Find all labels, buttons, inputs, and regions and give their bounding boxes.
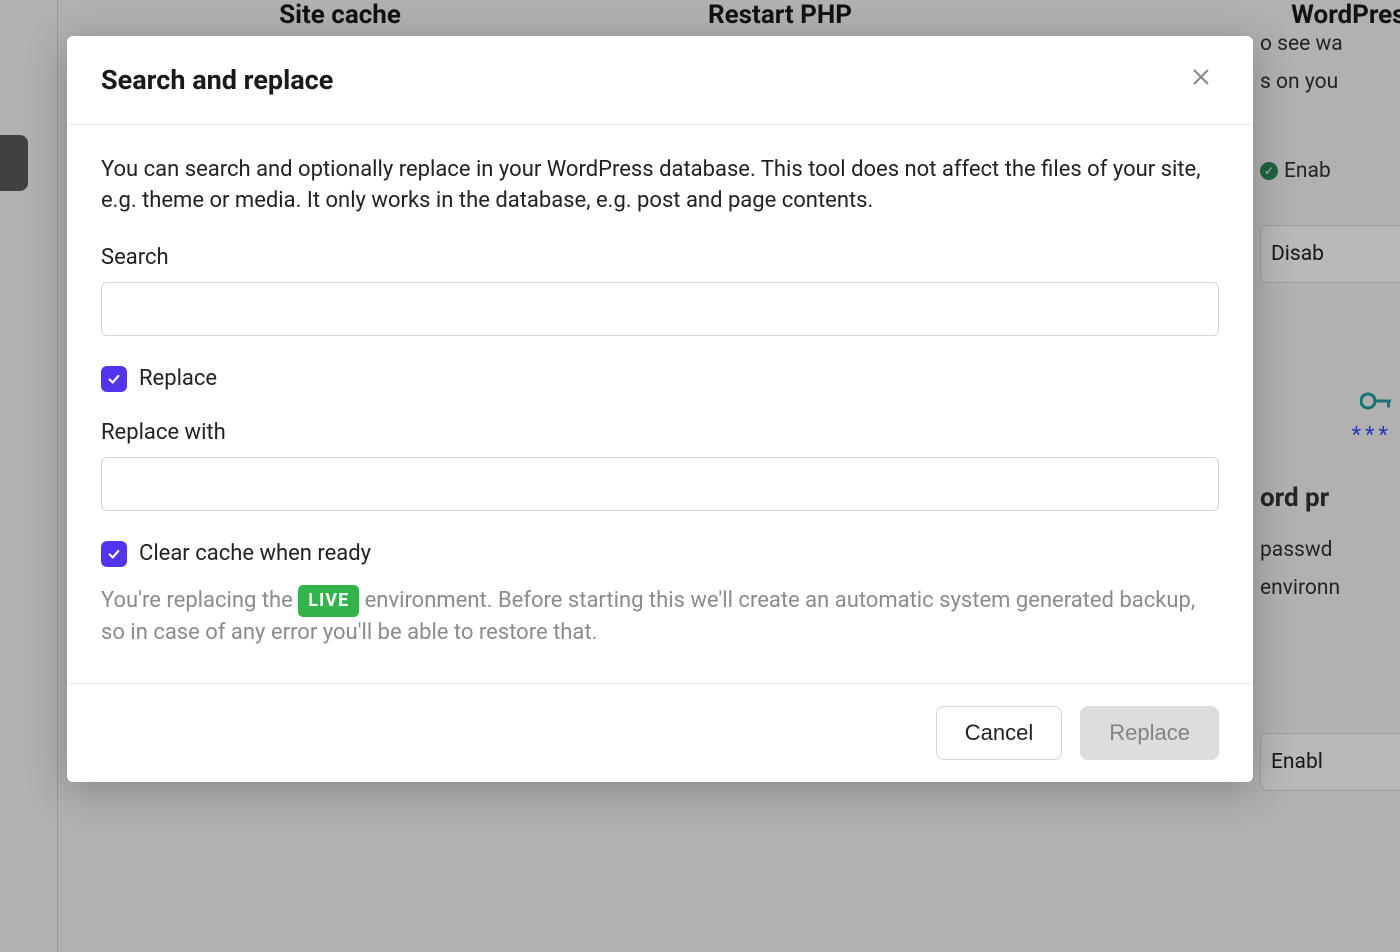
clear-cache-checkbox[interactable] xyxy=(101,541,127,567)
live-badge: LIVE xyxy=(298,585,359,617)
modal-description: You can search and optionally replace in… xyxy=(101,155,1219,217)
note-prefix: You're replacing the xyxy=(101,588,298,613)
replace-checkbox[interactable] xyxy=(101,366,127,392)
replace-checkbox-row[interactable]: Replace xyxy=(101,366,1219,392)
replace-checkbox-label: Replace xyxy=(139,366,217,391)
checkmark-icon xyxy=(107,372,121,386)
checkmark-icon xyxy=(107,547,121,561)
clear-cache-checkbox-row[interactable]: Clear cache when ready xyxy=(101,541,1219,567)
close-button[interactable] xyxy=(1183,62,1219,98)
search-label: Search xyxy=(101,245,1219,270)
modal-body: You can search and optionally replace in… xyxy=(67,125,1253,683)
modal-title: Search and replace xyxy=(101,64,333,96)
close-icon xyxy=(1192,68,1210,92)
replace-with-label: Replace with xyxy=(101,420,1219,445)
replace-button[interactable]: Replace xyxy=(1080,706,1219,760)
modal-footer: Cancel Replace xyxy=(67,683,1253,782)
search-input[interactable] xyxy=(101,282,1219,336)
modal-header: Search and replace xyxy=(67,36,1253,125)
clear-cache-label: Clear cache when ready xyxy=(139,541,371,566)
cancel-button[interactable]: Cancel xyxy=(936,706,1062,760)
environment-note: You're replacing the LIVE environment. B… xyxy=(101,585,1219,649)
search-replace-modal: Search and replace You can search and op… xyxy=(67,36,1253,782)
replace-with-input[interactable] xyxy=(101,457,1219,511)
